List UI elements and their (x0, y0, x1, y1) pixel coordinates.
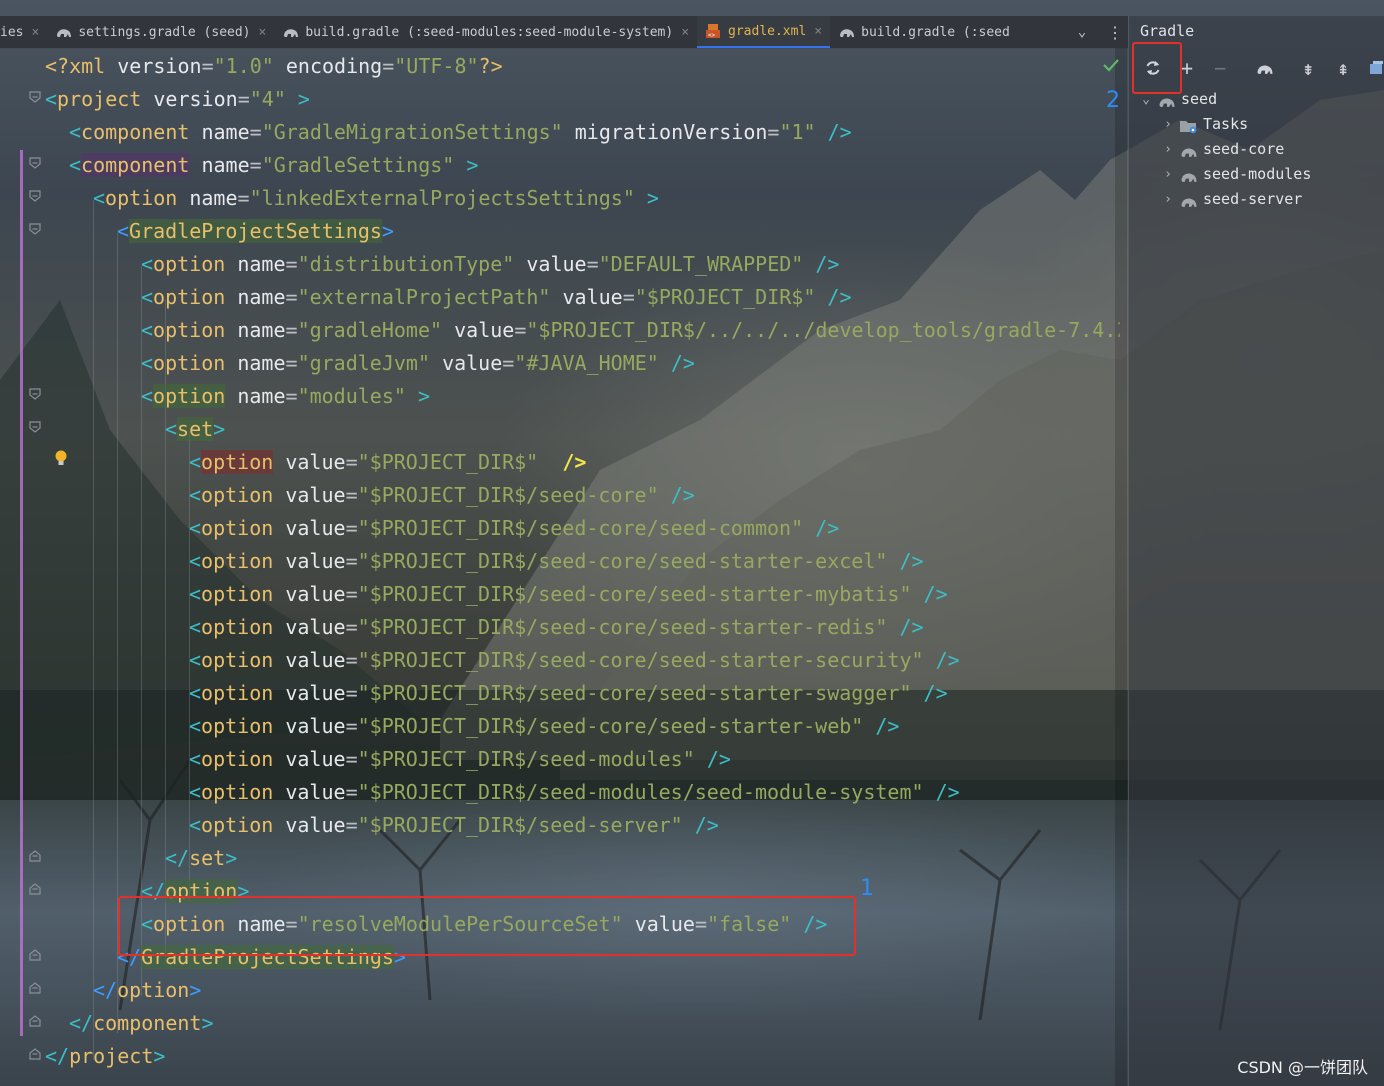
tab-label: settings.gradle (seed) (78, 24, 251, 40)
code-line[interactable]: <option value="$PROJECT_DIR$/seed-server… (189, 809, 719, 842)
code-line[interactable]: <option value="$PROJECT_DIR$/seed-core/s… (189, 677, 948, 710)
gradle-tree-item-seed-server[interactable]: › seed-server (1161, 187, 1302, 212)
editor-tab-bar: ies × settings.gradle (seed) × build.gra… (0, 16, 1128, 49)
expand-all-icon[interactable]: ⇟ (1296, 56, 1320, 80)
gradle-tree-label: seed-core (1203, 140, 1285, 158)
code-line[interactable]: <?xml version="1.0" encoding="UTF-8"?> (45, 50, 503, 83)
gradle-tree-label: seed-modules (1203, 165, 1312, 183)
tab-overflow-chevron-icon[interactable]: ⌄ (1062, 24, 1102, 40)
tab-label: build.gradle (:seed-modules:seed-module-… (305, 24, 674, 40)
close-icon[interactable]: × (681, 25, 689, 40)
close-icon[interactable]: × (31, 25, 39, 40)
code-line[interactable]: <option value="$PROJECT_DIR$/seed-core/s… (189, 611, 924, 644)
tasks-folder-icon (1179, 117, 1199, 133)
tab-label: ies (0, 24, 24, 40)
annotation-number-2: 2 (1106, 88, 1120, 113)
code-line[interactable]: <component name="GradleSettings" > (69, 149, 478, 182)
fold-marker-icon[interactable] (29, 850, 41, 862)
code-line[interactable]: <option value="$PROJECT_DIR$" /> (189, 446, 586, 479)
chevron-right-icon[interactable]: › (1161, 137, 1175, 162)
code-line[interactable]: </option> (93, 974, 201, 1007)
tab-label: gradle.xml (728, 23, 807, 39)
gradle-elephant-icon[interactable] (1253, 56, 1277, 80)
code-line[interactable]: <option value="$PROJECT_DIR$/seed-core/s… (189, 578, 948, 611)
gradle-tree-label: seed-server (1203, 190, 1303, 208)
fold-marker-icon[interactable] (29, 91, 41, 103)
code-line[interactable]: <option value="$PROJECT_DIR$/seed-core/s… (189, 710, 899, 743)
fold-marker-icon[interactable] (29, 157, 41, 169)
gradle-tree-label: seed (1181, 90, 1218, 108)
gradle-tool-window: Gradle + − ⇟ ⇞ ⌄ seed › Tasks › seed-core › see… (1128, 16, 1384, 1086)
gradle-tree-label: Tasks (1203, 115, 1249, 133)
code-line[interactable]: <option value="$PROJECT_DIR$/seed-core/s… (189, 545, 924, 578)
editor-scrollbar[interactable] (1115, 48, 1127, 1086)
gradle-panel-title: Gradle (1140, 22, 1195, 40)
code-line[interactable]: <option value="$PROJECT_DIR$/seed-core/s… (189, 644, 960, 677)
code-line[interactable]: <option value="$PROJECT_DIR$/seed-core" … (189, 479, 695, 512)
gradle-elephant-icon (1179, 192, 1199, 208)
close-icon[interactable]: × (259, 25, 267, 40)
code-line[interactable]: <option name="gradleJvm" value="#JAVA_HO… (141, 347, 695, 380)
annotation-number-1: 1 (860, 876, 874, 901)
tab-settings-gradle[interactable]: settings.gradle (seed) × (47, 16, 274, 48)
code-line[interactable]: <option value="$PROJECT_DIR$/seed-module… (189, 743, 731, 776)
gradle-tree-item-seed-modules[interactable]: › seed-modules (1161, 162, 1311, 187)
code-line[interactable]: <option name="linkedExternalProjectsSett… (93, 182, 659, 215)
gradle-elephant-icon (1179, 142, 1199, 158)
fold-marker-icon[interactable] (29, 949, 41, 961)
fold-marker-icon[interactable] (29, 982, 41, 994)
fold-marker-icon[interactable] (29, 388, 41, 400)
close-icon[interactable]: × (814, 24, 822, 39)
watermark: CSDN @一饼团队 (1237, 1058, 1368, 1077)
tab-gradle-xml[interactable]: <> gradle.xml × (697, 16, 831, 48)
tab-build-gradle-seed[interactable]: build.gradle (:seed (830, 16, 1018, 48)
tab-more-options-icon[interactable]: ⋮ (1102, 23, 1128, 42)
svg-text:<>: <> (708, 32, 716, 38)
gradle-tree-item-tasks[interactable]: › Tasks (1161, 112, 1248, 137)
fold-marker-icon[interactable] (29, 190, 41, 202)
tab-build-gradle-system[interactable]: build.gradle (:seed-modules:seed-module-… (274, 16, 697, 48)
fold-marker-icon[interactable] (29, 421, 41, 433)
settings-icon[interactable] (1365, 56, 1384, 80)
remove-icon[interactable]: − (1208, 56, 1232, 80)
gradle-elephant-icon (284, 29, 299, 37)
code-line[interactable]: <option value="$PROJECT_DIR$/seed-module… (189, 776, 960, 809)
code-line[interactable]: <component name="GradleMigrationSettings… (69, 116, 852, 149)
code-line[interactable]: <option name="gradleHome" value="$PROJEC… (141, 314, 1120, 347)
fold-marker-icon[interactable] (29, 223, 41, 235)
annotation-box-reload (1132, 42, 1182, 94)
gradle-tree-item-seed-core[interactable]: › seed-core (1161, 137, 1284, 162)
gradle-elephant-icon (57, 29, 72, 37)
chevron-right-icon[interactable]: › (1161, 112, 1175, 137)
fold-marker-icon[interactable] (29, 1048, 41, 1060)
code-line[interactable]: </project> (45, 1040, 165, 1073)
code-line[interactable]: <option value="$PROJECT_DIR$/seed-core/s… (189, 512, 839, 545)
collapse-all-icon[interactable]: ⇞ (1331, 56, 1355, 80)
code-line[interactable]: <option name="externalProjectPath" value… (141, 281, 852, 314)
code-line[interactable]: </component> (69, 1007, 214, 1040)
code-line[interactable]: <GradleProjectSettings> (117, 215, 394, 248)
code-line[interactable]: <project version="4" > (45, 83, 310, 116)
code-line[interactable]: <option name="modules" > (141, 380, 430, 413)
gradle-elephant-icon (840, 29, 855, 37)
tab-label: build.gradle (:seed (861, 24, 1010, 40)
annotation-box-resolve-module (118, 896, 856, 956)
vcs-change-marker (20, 150, 23, 1036)
chevron-right-icon[interactable]: › (1161, 187, 1175, 212)
gradle-elephant-icon (1179, 167, 1199, 183)
code-line[interactable]: <set> (165, 413, 225, 446)
lightbulb-icon[interactable] (54, 449, 68, 469)
code-line[interactable]: <option name="distributionType" value="D… (141, 248, 839, 281)
inspection-ok-check-icon[interactable] (1103, 58, 1119, 72)
code-line[interactable]: </set> (165, 842, 237, 875)
chevron-right-icon[interactable]: › (1161, 162, 1175, 187)
tab-truncated[interactable]: ies × (0, 16, 47, 48)
fold-marker-icon[interactable] (29, 1015, 41, 1027)
fold-marker-icon[interactable] (29, 883, 41, 895)
xml-file-icon: <> (706, 24, 721, 38)
